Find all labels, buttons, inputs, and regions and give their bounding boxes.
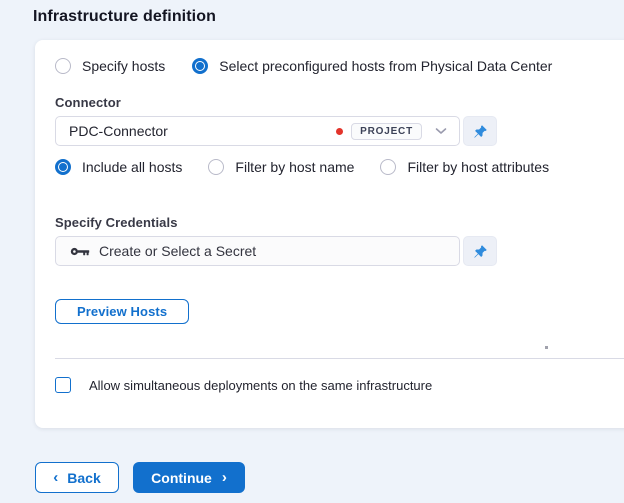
connector-field-row: PDC-Connector PROJECT xyxy=(55,116,617,146)
radio-icon[interactable] xyxy=(192,58,209,74)
radio-label[interactable]: Filter by host name xyxy=(235,159,354,175)
host-source-radio-group: Specify hosts Select preconfigured hosts… xyxy=(55,58,617,74)
radio-label[interactable]: Select preconfigured hosts from Physical… xyxy=(219,58,552,74)
chevron-left-icon: ‹ xyxy=(53,469,59,486)
back-button[interactable]: ‹ Back xyxy=(35,462,119,493)
radio-filter-by-host-name[interactable]: Filter by host name xyxy=(208,159,354,175)
chevron-right-icon: › xyxy=(221,469,227,486)
connector-value: PDC-Connector xyxy=(69,123,168,139)
continue-button[interactable]: Continue › xyxy=(133,462,245,493)
stray-mark xyxy=(545,346,548,349)
scope-badge: PROJECT xyxy=(351,122,422,140)
credentials-pin-button[interactable] xyxy=(463,236,497,266)
radio-label[interactable]: Include all hosts xyxy=(82,159,182,175)
pin-icon xyxy=(473,244,488,259)
connector-label: Connector xyxy=(55,95,121,110)
infrastructure-definition-card: Specify hosts Select preconfigured hosts… xyxy=(35,40,624,428)
radio-include-all-hosts[interactable]: Include all hosts xyxy=(55,159,182,175)
host-filter-radio-group: Include all hosts Filter by host name Fi… xyxy=(55,159,617,175)
divider xyxy=(55,358,624,359)
radio-label[interactable]: Filter by host attributes xyxy=(407,159,549,175)
secret-placeholder: Create or Select a Secret xyxy=(99,243,257,259)
radio-icon[interactable] xyxy=(55,58,71,74)
radio-label[interactable]: Specify hosts xyxy=(82,58,165,74)
continue-button-label: Continue xyxy=(151,469,212,486)
radio-specify-hosts[interactable]: Specify hosts xyxy=(55,58,165,74)
required-dot-icon xyxy=(336,127,344,135)
radio-select-preconfigured-hosts[interactable]: Select preconfigured hosts from Physical… xyxy=(192,58,552,74)
page-title: Infrastructure definition xyxy=(33,8,216,25)
simultaneous-deployments-row: Allow simultaneous deployments on the sa… xyxy=(55,377,617,393)
connector-pin-button[interactable] xyxy=(463,116,497,146)
credentials-field-row: Create or Select a Secret xyxy=(55,236,617,266)
specify-credentials-label: Specify Credentials xyxy=(55,215,178,230)
footer-actions: ‹ Back Continue › xyxy=(35,462,624,493)
radio-filter-by-host-attributes[interactable]: Filter by host attributes xyxy=(380,159,549,175)
simultaneous-deployments-checkbox[interactable] xyxy=(55,377,71,393)
secret-select-field[interactable]: Create or Select a Secret xyxy=(55,236,460,266)
chevron-down-icon[interactable] xyxy=(431,127,451,135)
radio-icon[interactable] xyxy=(208,159,225,175)
connector-input[interactable]: PDC-Connector PROJECT xyxy=(55,116,460,146)
back-button-label: Back xyxy=(67,469,101,486)
radio-icon[interactable] xyxy=(55,159,71,175)
pin-icon xyxy=(473,124,488,139)
key-icon xyxy=(70,246,90,257)
checkbox-label[interactable]: Allow simultaneous deployments on the sa… xyxy=(89,378,432,393)
radio-icon[interactable] xyxy=(380,159,397,175)
preview-hosts-button[interactable]: Preview Hosts xyxy=(55,299,190,324)
